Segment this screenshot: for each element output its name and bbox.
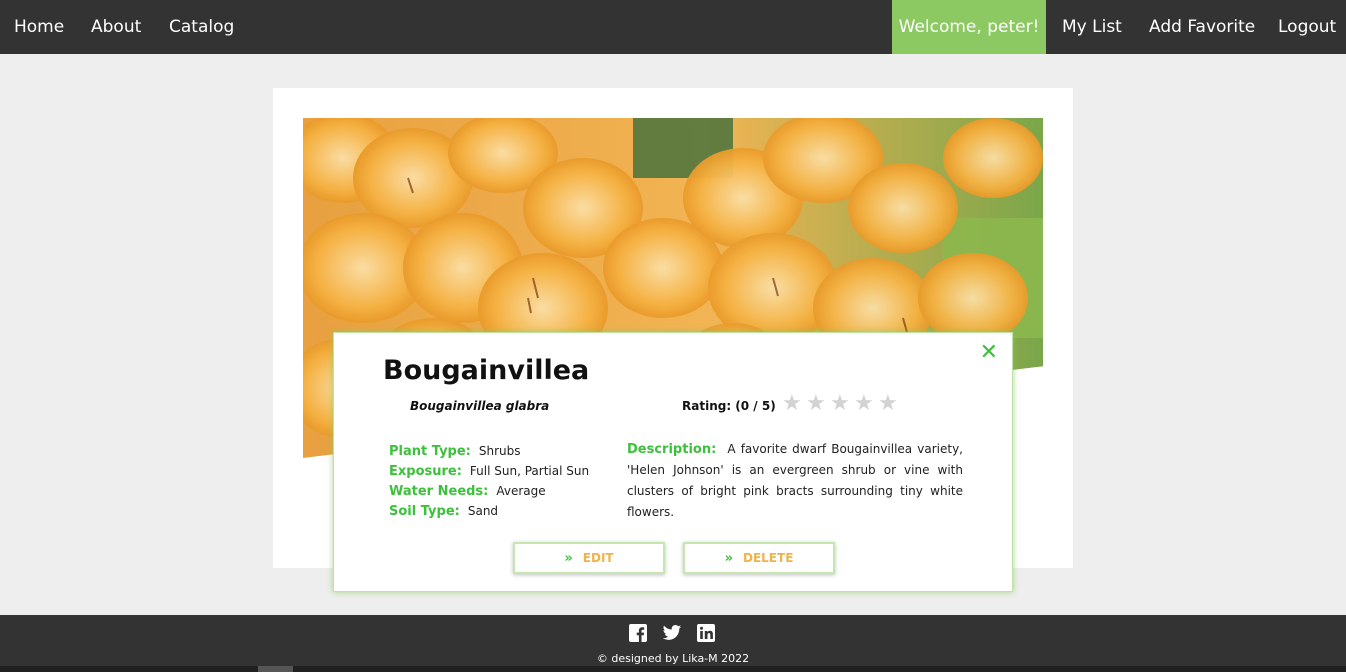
footer: © designed by Lika-M 2022	[0, 615, 1346, 672]
property-label: Soil Type:	[389, 504, 460, 519]
property-exposure: Exposure: Full Sun, Partial Sun	[389, 461, 619, 481]
nav-about[interactable]: About	[91, 0, 141, 54]
property-water-needs: Water Needs: Average	[389, 481, 619, 501]
close-icon[interactable]: ✕	[980, 341, 998, 365]
twitter-icon[interactable]	[662, 623, 682, 643]
edit-button-label: EDIT	[582, 551, 614, 565]
plant-details-modal: ✕ Bougainvillea Bougainvillea glabra Rat…	[333, 332, 1013, 592]
star-icon[interactable]: ★	[782, 391, 806, 416]
star-icon[interactable]: ★	[878, 391, 902, 416]
nav-my-list[interactable]: My List	[1062, 0, 1122, 54]
property-value: Full Sun, Partial Sun	[469, 464, 590, 478]
nav-catalog[interactable]: Catalog	[169, 0, 234, 54]
delete-button-label: DELETE	[743, 551, 794, 565]
description-label: Description:	[627, 442, 717, 457]
horizontal-scrollbar[interactable]	[0, 666, 1346, 672]
property-value: Sand	[467, 504, 499, 518]
property-label: Exposure:	[389, 464, 462, 479]
linkedin-icon[interactable]	[696, 623, 716, 643]
star-icon[interactable]: ★	[854, 391, 878, 416]
nav-add-favorite[interactable]: Add Favorite	[1149, 0, 1255, 54]
double-chevron-right-icon: »	[564, 550, 573, 566]
plant-properties: Plant Type: Shrubs Exposure: Full Sun, Par…	[389, 441, 619, 521]
rating-stars[interactable]: ★ ★ ★ ★ ★	[782, 391, 902, 416]
copyright-text: © designed by Lika-M 2022	[596, 652, 750, 665]
edit-button[interactable]: » EDIT	[513, 542, 665, 574]
top-nav: Home About Catalog Welcome, peter! My Li…	[0, 0, 1346, 54]
rating-label: Rating: (0 / 5)	[682, 399, 776, 413]
property-value: Shrubs	[478, 444, 521, 458]
double-chevron-right-icon: »	[724, 550, 733, 566]
property-label: Plant Type:	[389, 444, 471, 459]
plant-description: Description: A favorite dwarf Bougainvil…	[627, 439, 963, 523]
plant-name: Bougainvillea	[383, 355, 590, 386]
nav-home[interactable]: Home	[14, 0, 64, 54]
star-icon[interactable]: ★	[830, 391, 854, 416]
property-label: Water Needs:	[389, 484, 489, 499]
delete-button[interactable]: » DELETE	[683, 542, 835, 574]
facebook-icon[interactable]	[628, 623, 648, 643]
plant-scientific-name: Bougainvillea glabra	[410, 399, 550, 413]
property-plant-type: Plant Type: Shrubs	[389, 441, 619, 461]
star-icon[interactable]: ★	[806, 391, 830, 416]
social-links	[628, 623, 718, 643]
scrollbar-thumb[interactable]	[258, 666, 293, 672]
nav-welcome[interactable]: Welcome, peter!	[892, 0, 1046, 54]
nav-logout[interactable]: Logout	[1278, 0, 1336, 54]
property-soil-type: Soil Type: Sand	[389, 501, 619, 521]
property-value: Average	[496, 484, 546, 498]
